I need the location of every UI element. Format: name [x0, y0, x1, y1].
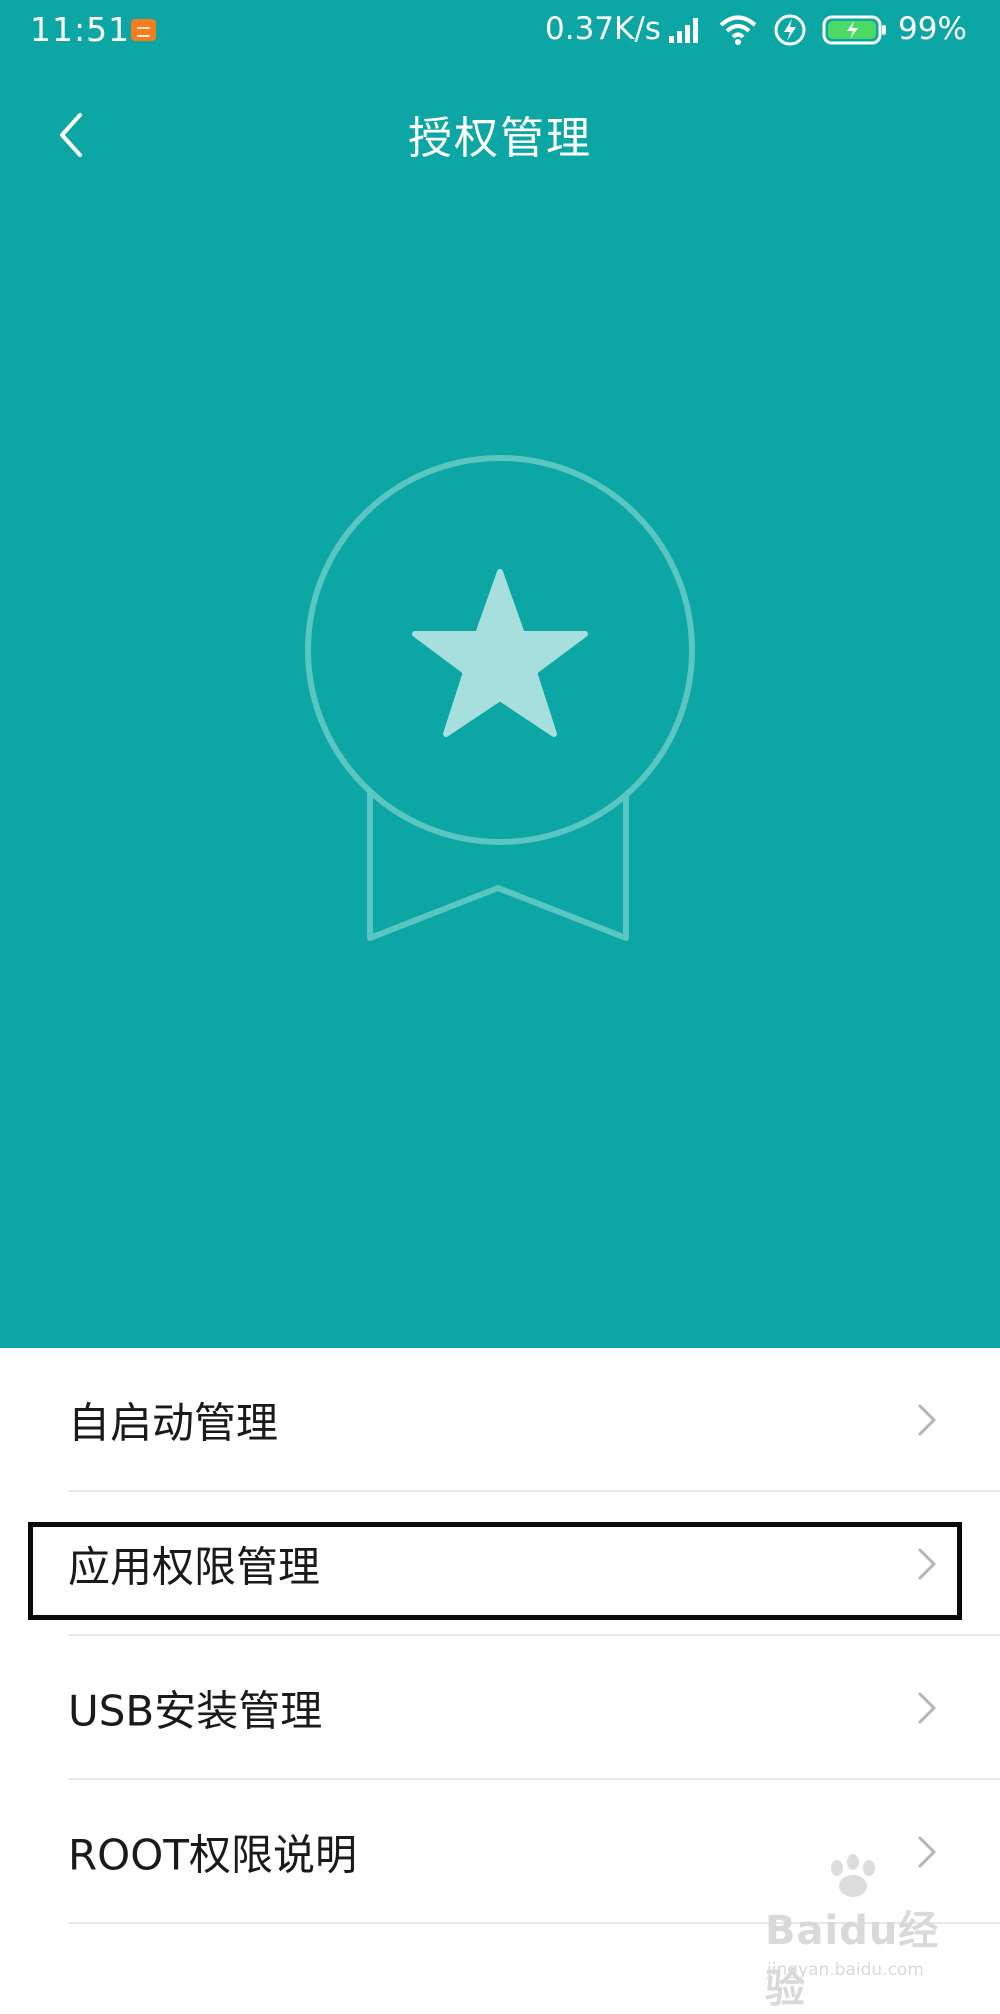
chevron-right-icon — [918, 1404, 936, 1436]
notification-icon — [131, 19, 156, 41]
page-title: 授权管理 — [408, 113, 592, 164]
status-time: 11:51 — [30, 10, 131, 49]
title-bar: 授权管理 — [0, 80, 1000, 190]
menu-item-label: 自启动管理 — [68, 1398, 279, 1448]
battery-percent: 99% — [898, 11, 967, 47]
menu-item-label: ROOT权限说明 — [68, 1830, 357, 1880]
chevron-right-icon — [918, 1692, 936, 1724]
menu-item-app-permissions[interactable]: 应用权限管理 — [0, 1492, 1000, 1636]
header-hero: 11:51 0.37K/s 99% 授权管理 — [0, 0, 1000, 1348]
menu-item-autostart[interactable]: 自启动管理 — [0, 1348, 1000, 1492]
watermark: Baidu经验 jingyan.baidu.com — [765, 1854, 965, 2012]
network-speed: 0.37K/s — [545, 11, 661, 47]
status-bar: 11:51 0.37K/s 99% — [0, 0, 1000, 64]
watermark-url: jingyan.baidu.com — [767, 1960, 924, 1980]
battery-icon — [822, 15, 886, 45]
wifi-icon — [719, 15, 757, 45]
paw-logo-icon — [831, 1854, 875, 1897]
medal-star-icon — [305, 455, 695, 941]
signal-icon — [669, 18, 698, 43]
settings-menu: 自启动管理 应用权限管理 USB安装管理 ROOT权限说明 — [0, 1348, 1000, 1924]
menu-item-label: USB安装管理 — [68, 1686, 323, 1736]
menu-item-label: 应用权限管理 — [68, 1542, 321, 1592]
chevron-right-icon — [918, 1548, 936, 1580]
charging-bolt-icon — [774, 14, 806, 46]
watermark-logo: Baidu经验 — [765, 1908, 940, 2012]
menu-item-usb-install[interactable]: USB安装管理 — [0, 1636, 1000, 1780]
